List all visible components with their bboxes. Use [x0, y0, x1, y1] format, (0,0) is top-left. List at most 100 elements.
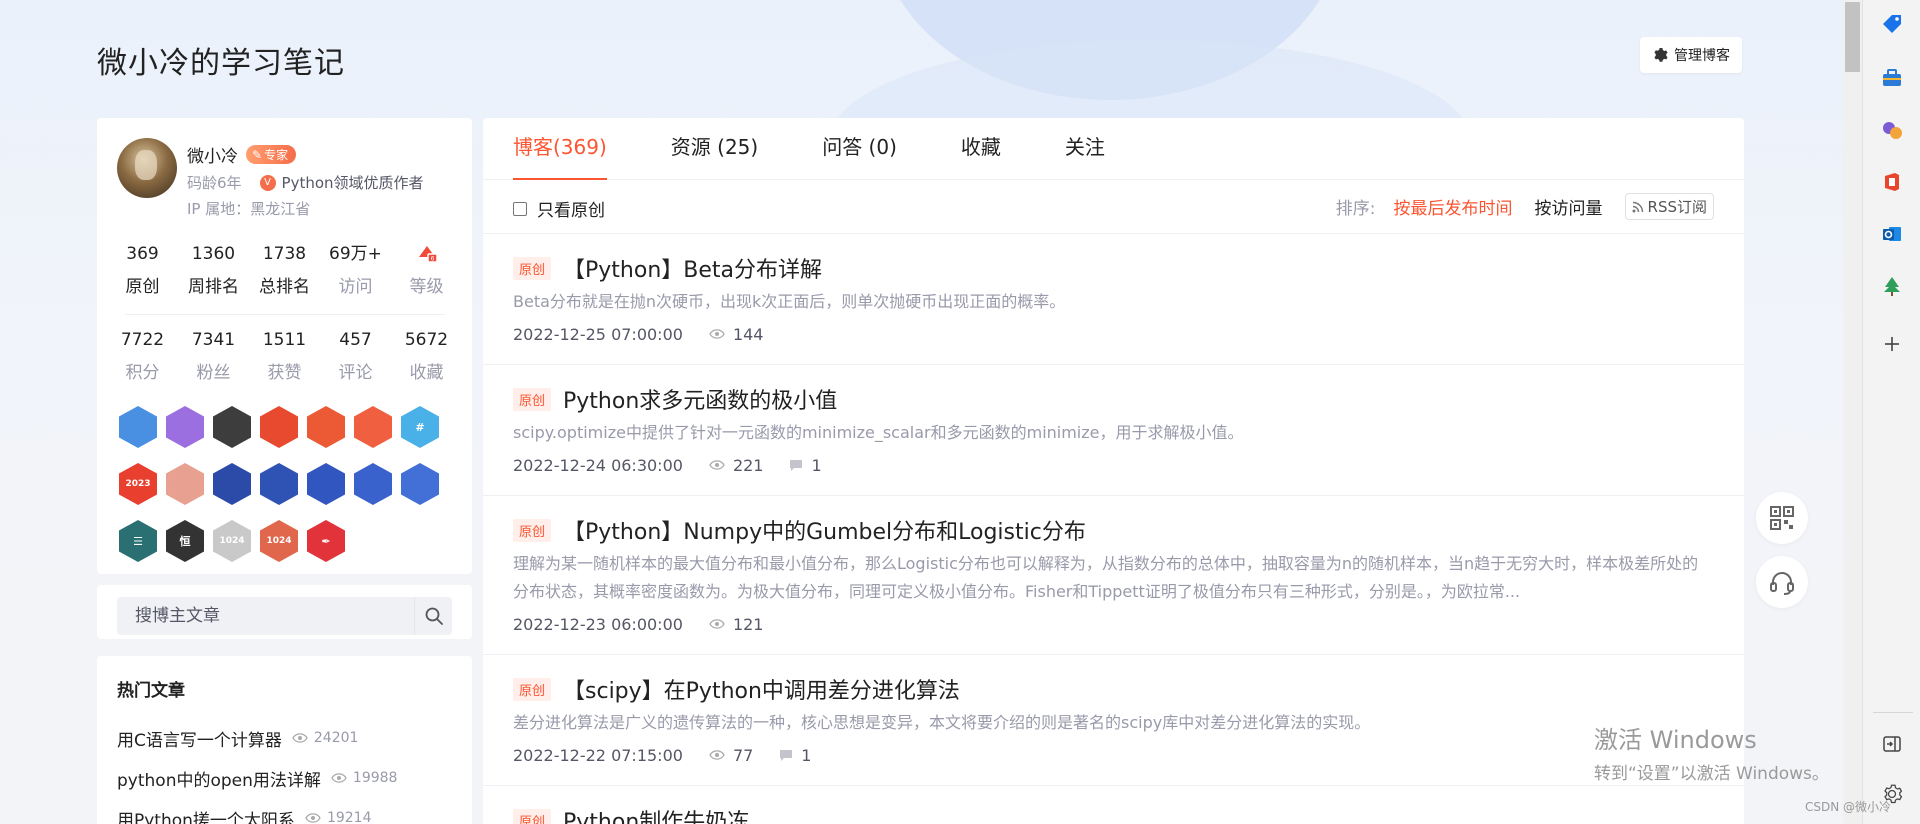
article-head: 原创 【Python】Beta分布详解: [513, 252, 1714, 284]
tree-icon[interactable]: [1880, 274, 1904, 298]
checkbox-box[interactable]: [513, 201, 527, 216]
search-card: [97, 585, 472, 639]
hot-article-views-count: 19988: [352, 770, 398, 786]
sidebar-divider: [1873, 712, 1913, 713]
article-item[interactable]: 原创 【scipy】在Python中调用差分进化算法 差分进化算法是广义的遗传算法的…: [483, 655, 1744, 786]
article-title[interactable]: 【scipy】在Python中调用差分进化算法: [563, 673, 960, 705]
hot-article-item[interactable]: python中的open用法详解 19988: [117, 758, 457, 798]
svg-text:6: 6: [430, 256, 434, 263]
article-title[interactable]: 【Python】Numpy中的Gumbel分布和Logistic分布: [563, 514, 1086, 546]
badge-text: 1024: [219, 536, 245, 546]
hot-article-item[interactable]: 用Python搓一个太阳系 19214: [117, 798, 457, 824]
article-date: 2022-12-24 06:30:00: [513, 455, 683, 475]
avatar[interactable]: [117, 138, 177, 198]
rocket-3-badge-icon[interactable]: [307, 463, 345, 505]
red-award-badge-icon[interactable]: [260, 406, 298, 448]
profile-name-row: 微小冷 ✎ 专家: [187, 142, 297, 167]
red-award-3-badge-icon[interactable]: [354, 406, 392, 448]
qrcode-button[interactable]: [1756, 492, 1808, 544]
original-only-checkbox[interactable]: 只看原创: [513, 196, 605, 221]
rocket-2-badge-icon[interactable]: [260, 463, 298, 505]
article-views: 77: [709, 746, 753, 765]
hash-blue-badge-icon[interactable]: #: [401, 406, 439, 448]
scrollbar-thumb[interactable]: [1845, 2, 1860, 72]
search-button[interactable]: [414, 597, 452, 635]
original-tag: 原创: [513, 518, 552, 542]
manage-blog-button[interactable]: 管理博客: [1640, 37, 1742, 73]
article-item[interactable]: 原创 【Python】Numpy中的Gumbel分布和Logistic分布 理解为某…: [483, 496, 1744, 655]
hot-article-item[interactable]: 用C语言写一个计算器 24201: [117, 718, 457, 758]
page-scrollbar[interactable]: [1843, 0, 1862, 824]
qrcode-icon: [1770, 506, 1794, 530]
stat-value: 369: [126, 244, 159, 264]
games-icon[interactable]: [1880, 118, 1904, 142]
rocket-4-badge-icon[interactable]: [354, 463, 392, 505]
planet-blue-badge-icon[interactable]: [119, 406, 157, 448]
tag-icon[interactable]: [1880, 12, 1904, 36]
list-teal-badge-icon[interactable]: ☰: [119, 520, 157, 562]
collapse-sidebar-icon[interactable]: [1880, 732, 1904, 756]
stat-fans[interactable]: 7341 粉丝: [178, 328, 249, 383]
outlook-icon[interactable]: [1880, 222, 1904, 246]
1024-red-badge-icon[interactable]: 1024: [260, 520, 298, 562]
rocket-1-badge-icon[interactable]: [213, 463, 251, 505]
office-icon[interactable]: [1880, 170, 1904, 194]
stat-weekly-rank[interactable]: 1360 周排名: [178, 242, 249, 297]
original-tag: 原创: [513, 387, 552, 411]
search-input[interactable]: [117, 597, 414, 635]
planet-purple-badge-icon[interactable]: [166, 406, 204, 448]
article-item[interactable]: 原创 Python求多元函数的极小值 scipy.optimize中提供了针对一元函…: [483, 365, 1744, 496]
article-title[interactable]: Python求多元函数的极小值: [563, 383, 837, 415]
hot-articles-title: 热门文章: [117, 681, 185, 701]
article-comments: 1: [789, 456, 822, 475]
hot-articles-card: 热门文章 用C语言写一个计算器 24201 python中的open用法详解 199…: [97, 656, 472, 824]
article-item[interactable]: 原创 【Python】Beta分布详解 Beta分布就是在抛n次硬币，出现k次正面后…: [483, 234, 1744, 365]
red-award-2-badge-icon[interactable]: [307, 406, 345, 448]
level-icon: 6: [391, 242, 462, 266]
rss-subscribe-button[interactable]: RSS订阅: [1624, 193, 1714, 220]
eye-icon: [709, 329, 725, 339]
article-views: 144: [709, 325, 763, 344]
toolbox-icon[interactable]: [1880, 66, 1904, 90]
stat-original[interactable]: 369 原创: [107, 242, 178, 297]
pen-red-badge-icon[interactable]: ✒: [307, 520, 345, 562]
article-list: 原创 【Python】Beta分布详解 Beta分布就是在抛n次硬币，出现k次正面后…: [483, 234, 1744, 824]
ip-location: IP 属地：黑龙江省: [187, 200, 311, 218]
tab-following[interactable]: 关注: [1065, 118, 1139, 180]
hot-articles-list: 用C语言写一个计算器 24201 python中的open用法详解 19988 用P…: [117, 718, 457, 824]
article-views-count: 121: [732, 614, 764, 634]
tab-resources[interactable]: 资源 (25): [671, 118, 792, 180]
article-date: 2022-12-25 07:00:00: [513, 324, 683, 344]
article-title[interactable]: 【Python】Beta分布详解: [563, 252, 822, 284]
rocket-5-badge-icon[interactable]: [401, 463, 439, 505]
lightning-dark-badge-icon[interactable]: [213, 406, 251, 448]
heng-dark-badge-icon[interactable]: 恒: [166, 520, 204, 562]
article-comments-count: 1: [801, 745, 812, 765]
article-description: 差分进化算法是广义的遗传算法的一种，核心思想是变异，本文将要介绍的则是著名的sc…: [513, 713, 1371, 732]
tab-favorites[interactable]: 收藏: [961, 118, 1035, 180]
red-2023-badge-icon[interactable]: 2023: [119, 463, 157, 505]
watermark-line-2: 转到“设置”以激活 Windows。: [1594, 764, 1829, 784]
add-icon[interactable]: [1880, 332, 1904, 356]
tab-blog[interactable]: 博客(369): [513, 118, 607, 180]
article-title[interactable]: Python制作牛奶冻: [563, 804, 749, 824]
1024-badge-icon[interactable]: 1024: [213, 520, 251, 562]
comment-icon: [790, 460, 803, 471]
expert-icon: ✎: [252, 147, 263, 162]
stat-label: 评论: [338, 363, 373, 383]
verified-icon: V: [259, 174, 276, 191]
sort-by-latest[interactable]: 按最后发布时间: [1394, 194, 1513, 219]
profile-name[interactable]: 微小冷: [187, 142, 238, 167]
original-only-label: 只看原创: [537, 201, 605, 221]
customer-service-button[interactable]: [1756, 556, 1808, 608]
stat-total-rank[interactable]: 1738 总排名: [249, 242, 320, 297]
badge-text: #: [415, 420, 425, 434]
eye-icon: [709, 619, 725, 629]
sort-by-views[interactable]: 按访问量: [1535, 194, 1603, 219]
comment-icon: [780, 750, 793, 761]
article-description: Beta分布就是在抛n次硬币，出现k次正面后，则单次抛硬币出现正面的概率。: [513, 292, 1066, 311]
tab-qa[interactable]: 问答 (0): [822, 118, 931, 180]
article-item[interactable]: 原创 Python制作牛奶冻: [483, 786, 1744, 824]
monkey-badge-icon[interactable]: [166, 463, 204, 505]
stat-level[interactable]: 6 等级: [391, 242, 462, 297]
